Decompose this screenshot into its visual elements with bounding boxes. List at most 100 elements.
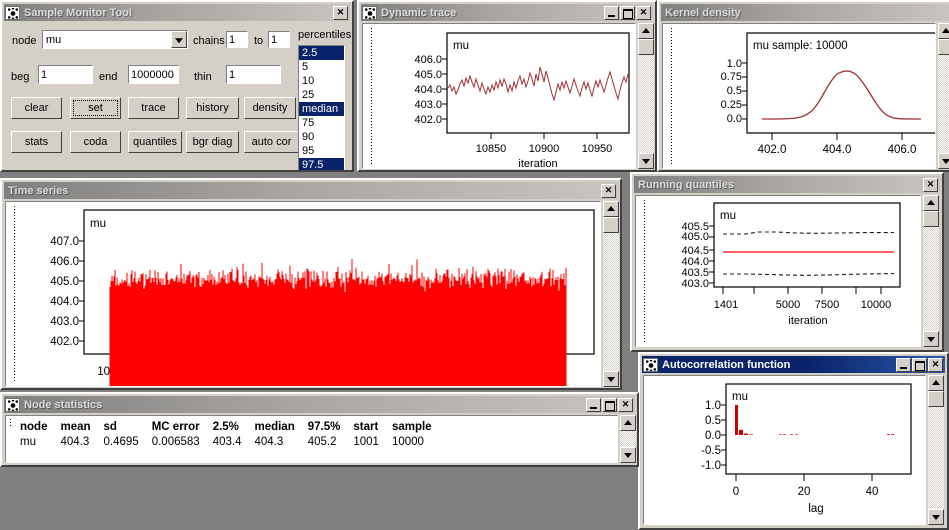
coda-button[interactable]: coda [70, 131, 121, 153]
chart-title: mu [720, 210, 736, 222]
ytick-406: 406.0 [50, 256, 79, 268]
selection-marker [644, 200, 645, 342]
percentile-item-25[interactable]: 25 [299, 88, 344, 102]
col-start: start [353, 421, 379, 433]
running-quantiles-chart: mu 405.5 405.0 404.5 404.0 403.5 403.0 1… [681, 202, 901, 327]
quantiles-button[interactable]: quantiles [128, 131, 182, 153]
scroll-down-arrow-icon[interactable] [603, 371, 619, 387]
scroll-up-arrow-icon[interactable] [603, 201, 619, 217]
autocorrelation-vscrollbar[interactable] [928, 375, 944, 525]
percentile-item-75[interactable]: 75 [299, 116, 344, 130]
scroll-thumb[interactable] [938, 39, 949, 55]
node-statistics-vscrollbar[interactable] [620, 415, 636, 463]
window-title: Sample Monitor Tool [24, 6, 132, 19]
scroll-track[interactable] [603, 233, 619, 371]
window-kernel-density[interactable]: Kernel density mu sample: 10000 1.0 0.75… [657, 0, 949, 172]
window-running-quantiles[interactable]: Running quantiles mu 405.5 405.0 404.5 4… [630, 172, 944, 352]
scroll-track[interactable] [938, 55, 949, 153]
bgr-diag-button[interactable]: bgr diag [186, 131, 239, 153]
titlebar-kernel-density[interactable]: Kernel density [661, 4, 949, 21]
window-sample-monitor-tool[interactable]: Sample Monitor Tool node mu chains 1 to … [0, 0, 354, 172]
scroll-track[interactable] [928, 407, 944, 509]
percentile-item-5[interactable]: 5 [299, 60, 344, 74]
titlebar-node-statistics[interactable]: Node statistics [4, 396, 635, 413]
titlebar-time-series[interactable]: Time series [4, 182, 618, 199]
window-time-series[interactable]: Time series mu 407.0 406.0 405.0 404.0 4… [0, 178, 622, 390]
titlebar-autocorrelation-function[interactable]: Autocorrelation function [642, 356, 945, 373]
scroll-down-arrow-icon[interactable] [923, 331, 939, 347]
scroll-track[interactable] [620, 431, 636, 447]
maximize-button[interactable] [602, 397, 617, 412]
running-quantiles-vscrollbar[interactable] [923, 195, 939, 347]
close-button[interactable] [928, 357, 943, 372]
scroll-track[interactable] [638, 55, 654, 153]
system-buttons [333, 5, 348, 20]
ytick-405: 405.0 [414, 69, 442, 81]
clear-button[interactable]: clear [11, 97, 62, 119]
system-buttons [604, 5, 651, 20]
scroll-down-arrow-icon[interactable] [938, 153, 949, 169]
scroll-thumb[interactable] [603, 217, 619, 233]
percentiles-listbox[interactable]: 2.5 5 10 25 median 75 90 95 97.5 [298, 45, 345, 170]
end-value: 1000000 [131, 68, 174, 81]
titlebar-dynamic-trace[interactable]: Dynamic trace [361, 4, 653, 21]
scroll-down-arrow-icon[interactable] [638, 153, 654, 169]
beg-label: beg [11, 71, 30, 83]
close-button[interactable] [333, 5, 348, 20]
percentile-item-90[interactable]: 90 [299, 130, 344, 144]
percentile-item-median[interactable]: median [299, 102, 344, 116]
window-dynamic-trace[interactable]: Dynamic trace mu 406.0 405.0 404.0 403.0… [357, 0, 657, 172]
ytick-403-0: 403.0 [681, 278, 709, 290]
percentile-item-2-5[interactable]: 2.5 [299, 46, 344, 60]
node-combo[interactable]: mu [42, 30, 188, 49]
minimize-button[interactable] [586, 397, 601, 412]
maximize-button[interactable] [912, 357, 927, 372]
chains-from-input[interactable]: 1 [226, 31, 248, 48]
scroll-thumb[interactable] [638, 39, 654, 55]
titlebar-sample-monitor-tool[interactable]: Sample Monitor Tool [4, 4, 350, 21]
chains-to-input[interactable]: 1 [268, 31, 290, 48]
scroll-up-arrow-icon[interactable] [923, 195, 939, 211]
stats-button[interactable]: stats [11, 131, 62, 153]
percentile-item-10[interactable]: 10 [299, 74, 344, 88]
window-autocorrelation-function[interactable]: Autocorrelation function mu 1.0 0.5 0.0 … [638, 352, 949, 530]
percentile-item-95[interactable]: 95 [299, 144, 344, 158]
history-button[interactable]: history [186, 97, 239, 119]
kernel-density-vscrollbar[interactable] [938, 23, 949, 169]
cell-97-5-pct: 405.2 [307, 436, 337, 448]
minimize-button[interactable] [896, 357, 911, 372]
percentile-item-97-5[interactable]: 97.5 [299, 158, 344, 170]
trace-button[interactable]: trace [128, 97, 179, 119]
close-button[interactable] [636, 5, 651, 20]
scroll-up-arrow-icon[interactable] [638, 23, 654, 39]
trace-button-label: trace [141, 102, 166, 114]
time-series-vscrollbar[interactable] [603, 201, 619, 387]
scroll-up-arrow-icon[interactable] [928, 375, 944, 391]
scroll-down-arrow-icon[interactable] [620, 447, 636, 463]
beg-input[interactable]: 1 [38, 65, 93, 84]
maximize-button[interactable] [620, 5, 635, 20]
scroll-up-arrow-icon[interactable] [938, 23, 949, 39]
scroll-thumb[interactable] [928, 391, 944, 407]
scroll-track[interactable] [923, 227, 939, 331]
ytick-0-75: 0.75 [721, 71, 742, 83]
xaxis-label: iteration [518, 158, 557, 169]
titlebar-running-quantiles[interactable]: Running quantiles [634, 176, 940, 193]
thin-input[interactable]: 1 [226, 65, 281, 84]
close-button[interactable] [618, 397, 633, 412]
close-button[interactable] [923, 177, 938, 192]
cell-sample: 10000 [391, 436, 424, 448]
close-button[interactable] [601, 183, 616, 198]
auto-cor-button[interactable]: auto cor [244, 131, 299, 153]
scroll-down-arrow-icon[interactable] [928, 509, 944, 525]
minimize-button[interactable] [604, 5, 619, 20]
window-node-statistics[interactable]: Node statistics node mean sd MC error 2.… [0, 392, 639, 467]
ytick-403: 403.0 [414, 99, 442, 111]
density-button[interactable]: density [244, 97, 296, 119]
chevron-down-icon[interactable] [171, 31, 187, 48]
end-input[interactable]: 1000000 [128, 65, 179, 84]
set-button[interactable]: set [70, 97, 121, 119]
scroll-thumb[interactable] [923, 211, 939, 227]
scroll-up-arrow-icon[interactable] [620, 415, 636, 431]
dynamic-trace-vscrollbar[interactable] [638, 23, 654, 169]
